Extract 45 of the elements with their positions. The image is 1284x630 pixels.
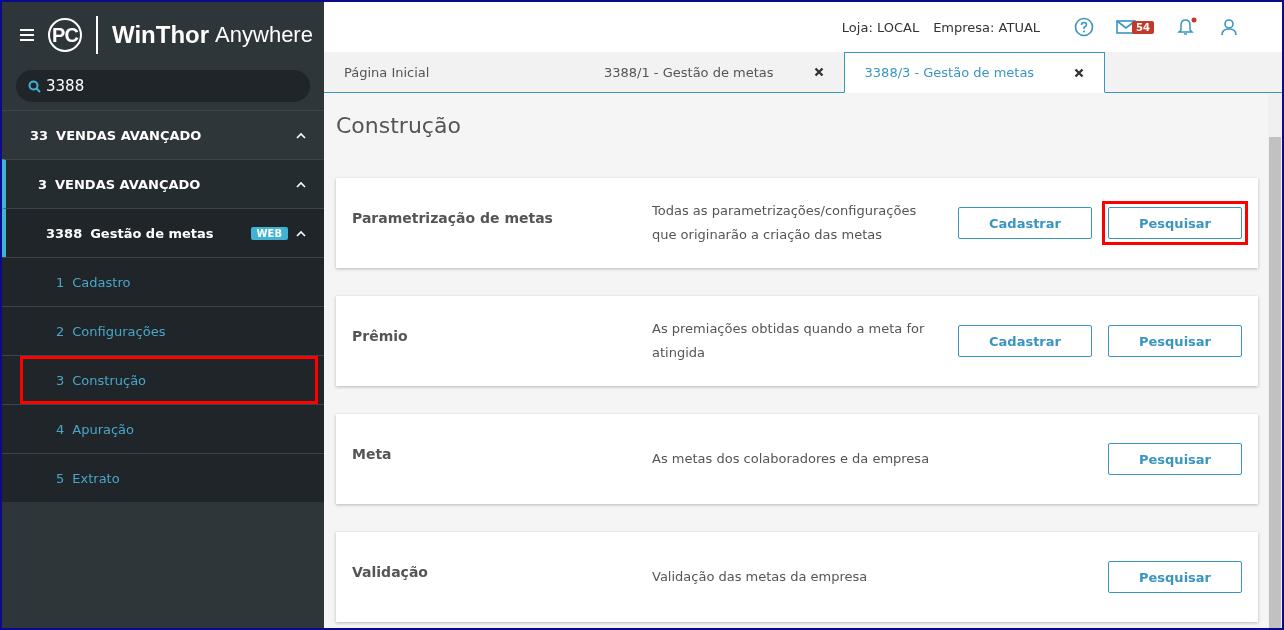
chevron-up-icon[interactable] xyxy=(296,131,306,139)
section-title: Meta xyxy=(352,446,393,462)
tab[interactable]: 3388/1 - Gestão de metas xyxy=(584,52,844,92)
mail-icon xyxy=(1116,20,1137,34)
menu-item[interactable]: 5 Extrato xyxy=(2,453,324,502)
section-title: Validação xyxy=(352,564,429,580)
store-label: Loja: LOCAL xyxy=(841,19,920,35)
web-badge: WEB xyxy=(250,226,288,240)
menu-item[interactable]: 1 Cadastro xyxy=(2,257,324,306)
section-description: Validação das metas da empresa xyxy=(652,568,869,586)
section-description: As metas dos colaboradores e da empresa xyxy=(652,450,931,468)
menu-item[interactable]: 3388 Gestão de metas WEB xyxy=(2,208,324,257)
brand-name: WinThor xyxy=(112,21,210,49)
close-icon[interactable] xyxy=(1074,67,1085,78)
menu-item[interactable]: 2 Configurações xyxy=(2,306,324,355)
mail-button[interactable]: 54 xyxy=(1116,20,1154,34)
chevron-up-icon[interactable] xyxy=(296,180,306,188)
menu-icon[interactable] xyxy=(20,29,34,41)
help-icon[interactable] xyxy=(1074,17,1095,37)
page-title: Construção xyxy=(336,113,462,138)
logo-mark: PC xyxy=(48,18,82,52)
menu-item[interactable]: 4 Apuração xyxy=(2,404,324,453)
search-button[interactable]: Pesquisar xyxy=(1108,443,1242,475)
section-title: Prêmio xyxy=(352,328,409,344)
scrollbar[interactable] xyxy=(1268,93,1282,628)
mail-count: 54 xyxy=(1132,20,1154,34)
register-button[interactable]: Cadastrar xyxy=(958,325,1092,357)
tab[interactable]: Página Inicial xyxy=(324,52,584,92)
menu-item[interactable]: 3 Construção xyxy=(2,355,324,404)
search-field[interactable]: 3388 xyxy=(16,70,310,102)
bell-icon[interactable] xyxy=(1176,17,1198,37)
user-icon[interactable] xyxy=(1220,18,1238,36)
search-button[interactable]: Pesquisar xyxy=(1108,207,1242,239)
menu-item[interactable]: 3 VENDAS AVANÇADO xyxy=(2,159,324,208)
close-icon[interactable] xyxy=(813,67,824,77)
search-button[interactable]: Pesquisar xyxy=(1108,325,1242,357)
chevron-up-icon[interactable] xyxy=(296,229,306,237)
section-title: Parametrização de metas xyxy=(352,210,554,226)
section-description: As premiações obtidas quando a meta for atingida xyxy=(652,320,926,362)
tab[interactable]: 3388/3 - Gestão de metas xyxy=(843,52,1106,93)
brand-subtitle: Anywhere xyxy=(215,22,313,48)
search-button[interactable]: Pesquisar xyxy=(1108,561,1242,593)
company-label: Empresa: ATUAL xyxy=(933,19,1041,35)
register-button[interactable]: Cadastrar xyxy=(958,207,1092,239)
section-description: Todas as parametrizações/configurações que originarão a criação das metas xyxy=(652,202,918,244)
